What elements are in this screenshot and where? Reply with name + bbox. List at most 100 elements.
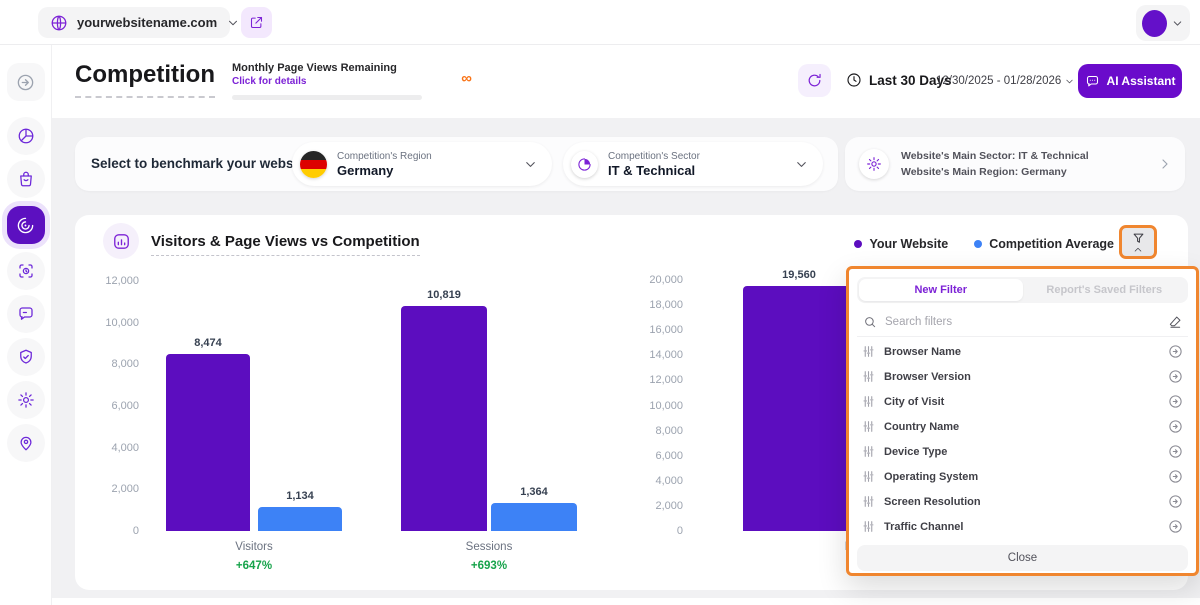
sidebar-item-privacy[interactable] bbox=[7, 338, 45, 376]
region-dropdown-label: Competition's Region bbox=[337, 151, 432, 162]
left-axis-tick: 10,000 bbox=[83, 317, 139, 329]
chevron-down-icon bbox=[1064, 76, 1075, 87]
sidebar-item-feedback[interactable] bbox=[7, 295, 45, 333]
region-dropdown[interactable]: Competition's Region Germany bbox=[292, 142, 552, 186]
open-website-button[interactable] bbox=[241, 7, 272, 38]
quota-details-link[interactable]: Click for details bbox=[232, 76, 472, 87]
filter-item-label: Browser Version bbox=[884, 371, 1159, 383]
region-dropdown-value: Germany bbox=[337, 163, 432, 178]
website-main-info[interactable]: Website's Main Sector: IT & Technical We… bbox=[845, 137, 1185, 191]
category-label: Sessions bbox=[429, 541, 549, 553]
arrow-right-circled-icon[interactable] bbox=[1168, 344, 1183, 359]
filter-item-traffic-channel[interactable]: Traffic Channel bbox=[857, 514, 1188, 539]
sector-dropdown[interactable]: Competition's Sector IT & Technical bbox=[563, 142, 823, 186]
bar-value-your-website-sessions: 10,819 bbox=[381, 289, 507, 301]
gear-icon bbox=[859, 149, 889, 179]
right-axis-tick: 8,000 bbox=[627, 425, 683, 437]
bar-your-website-page-views bbox=[743, 286, 855, 531]
left-axis-tick: 2,000 bbox=[83, 483, 139, 495]
category-label: Visitors bbox=[194, 541, 314, 553]
germany-flag-icon bbox=[300, 151, 327, 178]
bar-chart-icon bbox=[103, 223, 139, 259]
quota-label: Monthly Page Views Remaining bbox=[232, 62, 472, 74]
right-axis-tick: 16,000 bbox=[627, 324, 683, 336]
account-menu[interactable] bbox=[1136, 5, 1190, 41]
filter-item-country-name[interactable]: Country Name bbox=[857, 414, 1188, 439]
filter-list: Browser Name Browser Version City of Visit… bbox=[857, 339, 1188, 539]
filter-panel: New Filter Report's Saved Filters Browse… bbox=[846, 266, 1199, 576]
sidebar bbox=[0, 45, 52, 605]
chevron-down-icon bbox=[226, 16, 240, 30]
filter-item-browser-version[interactable]: Browser Version bbox=[857, 364, 1188, 389]
tab-saved-filters[interactable]: Report's Saved Filters bbox=[1023, 279, 1187, 301]
filter-item-screen-resolution[interactable]: Screen Resolution bbox=[857, 489, 1188, 514]
pie-chart-icon bbox=[17, 127, 35, 145]
filter-item-label: Country Name bbox=[884, 421, 1159, 433]
arrow-right-circled-icon[interactable] bbox=[1168, 369, 1183, 384]
location-pin-icon bbox=[17, 434, 35, 452]
website-main-sector: Website's Main Sector: IT & Technical bbox=[901, 148, 1145, 164]
sidebar-item-ecommerce[interactable] bbox=[7, 160, 45, 198]
website-selector[interactable]: yourwebsitename.com bbox=[38, 7, 230, 38]
legend-competition-average[interactable]: Competition Average bbox=[974, 237, 1114, 251]
sidebar-item-competition[interactable] bbox=[7, 206, 45, 244]
chat-icon bbox=[1085, 74, 1100, 89]
filter-item-device-type[interactable]: Device Type bbox=[857, 439, 1188, 464]
filter-item-label: Traffic Channel bbox=[884, 521, 1159, 533]
filter-item-browser-name[interactable]: Browser Name bbox=[857, 339, 1188, 364]
ai-assistant-button[interactable]: AI Assistant bbox=[1078, 64, 1182, 98]
filter-item-city-of-visit[interactable]: City of Visit bbox=[857, 389, 1188, 414]
close-button[interactable]: Close bbox=[857, 545, 1188, 571]
ai-assistant-label: AI Assistant bbox=[1107, 74, 1176, 88]
globe-icon bbox=[50, 14, 68, 32]
website-main-region: Website's Main Region: Germany bbox=[901, 164, 1145, 180]
right-axis-tick: 10,000 bbox=[627, 400, 683, 412]
sidebar-item-settings[interactable] bbox=[7, 381, 45, 419]
arrow-right-circled-icon[interactable] bbox=[1168, 394, 1183, 409]
filter-item-operating-system[interactable]: Operating System bbox=[857, 464, 1188, 489]
page-header: Competition Monthly Page Views Remaining… bbox=[52, 45, 1200, 118]
filter-toggle-button[interactable] bbox=[1119, 225, 1157, 259]
bar-your-website-visitors bbox=[166, 354, 250, 531]
chevron-down-icon bbox=[794, 157, 809, 172]
chat-bubble-icon bbox=[17, 305, 35, 323]
refresh-button[interactable] bbox=[798, 64, 831, 97]
arrow-right-circled-icon[interactable] bbox=[1168, 519, 1183, 534]
sidebar-item-location[interactable] bbox=[7, 424, 45, 462]
sliders-icon bbox=[862, 345, 875, 358]
arrow-right-circle-icon bbox=[16, 73, 35, 92]
bar-value-competition-average-sessions: 1,364 bbox=[471, 486, 597, 498]
sidebar-item-snapshots[interactable] bbox=[7, 252, 45, 290]
page-title: Competition bbox=[75, 61, 215, 98]
filter-search-input[interactable] bbox=[885, 316, 1160, 328]
sliders-icon bbox=[862, 495, 875, 508]
shield-check-icon bbox=[17, 348, 35, 366]
website-name: yourwebsitename.com bbox=[77, 15, 217, 30]
tab-new-filter[interactable]: New Filter bbox=[859, 279, 1023, 301]
filter-item-label: Operating System bbox=[884, 471, 1159, 483]
sector-dropdown-label: Competition's Sector bbox=[608, 151, 700, 162]
date-range-selector[interactable]: 12/30/2025 - 01/28/2026 bbox=[936, 75, 1075, 87]
topbar: yourwebsitename.com bbox=[0, 0, 1200, 45]
filter-search-row bbox=[857, 307, 1188, 337]
sector-dropdown-value: IT & Technical bbox=[608, 163, 700, 178]
infinity-value: ∞ bbox=[461, 70, 472, 87]
legend-your-website[interactable]: Your Website bbox=[854, 237, 948, 251]
arrow-right-circled-icon[interactable] bbox=[1168, 494, 1183, 509]
chart-legend: Your Website Competition Average bbox=[854, 237, 1114, 251]
arrow-right-circled-icon[interactable] bbox=[1168, 419, 1183, 434]
sidebar-item-overview[interactable] bbox=[7, 117, 45, 155]
left-axis-tick: 6,000 bbox=[83, 400, 139, 412]
quota-progress-bar bbox=[232, 95, 422, 100]
arrow-right-circled-icon[interactable] bbox=[1168, 469, 1183, 484]
eraser-icon[interactable] bbox=[1168, 315, 1182, 329]
radar-icon bbox=[16, 216, 35, 235]
right-axis-tick: 12,000 bbox=[627, 374, 683, 386]
arrow-right-circled-icon[interactable] bbox=[1168, 444, 1183, 459]
bar-competition-average-visitors bbox=[258, 507, 342, 531]
category-growth: +693% bbox=[429, 560, 549, 572]
sidebar-item-collapse[interactable] bbox=[7, 63, 45, 101]
chevron-down-icon bbox=[523, 157, 538, 172]
right-axis-tick: 0 bbox=[627, 525, 683, 537]
sliders-icon bbox=[862, 445, 875, 458]
